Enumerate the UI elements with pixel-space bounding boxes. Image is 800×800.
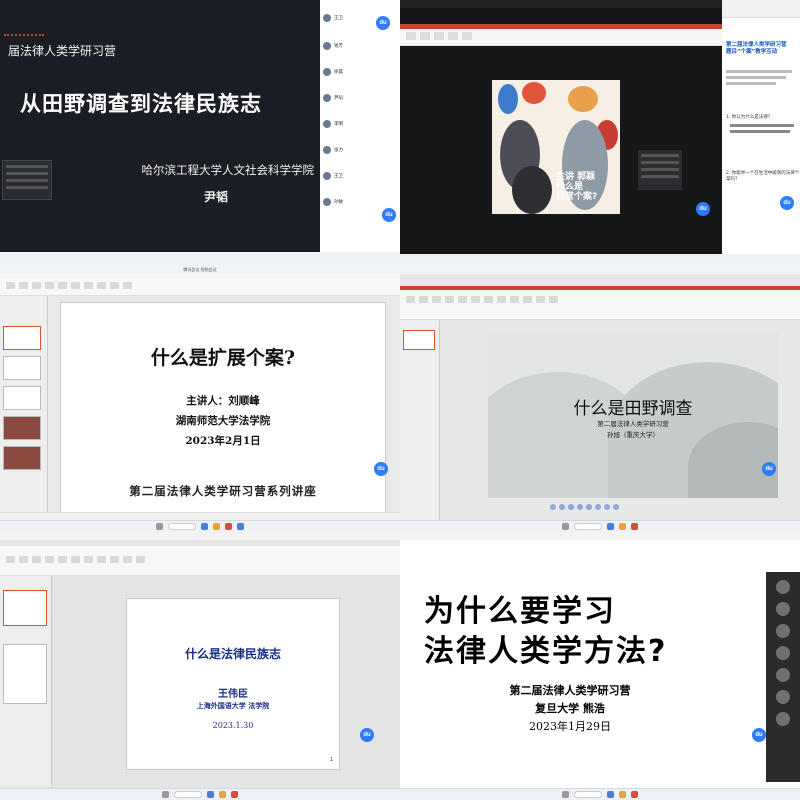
slide-title: 什么是法律民族志	[184, 647, 281, 661]
slide-thumbnail[interactable]	[3, 386, 41, 410]
chat-overlay	[2, 160, 52, 200]
pane-everyday-case: 主讲 郭颖 什么是 日常个案? du 第二届法律人类学研习营 题目“个案”教学互…	[400, 0, 800, 266]
meeting-assistant-icon[interactable]: du	[780, 196, 794, 210]
pane-legal-ethnography: 届法律人类学研习营 从田野调查到法律民族志 哈尔滨工程大学人文社会科学学院 尹韬…	[0, 0, 400, 266]
meeting-assistant-icon[interactable]: du	[382, 208, 396, 222]
taskbar	[400, 520, 800, 532]
avatar	[323, 198, 331, 206]
participant[interactable]: 张力	[323, 146, 343, 154]
participant[interactable]: 王卫	[323, 14, 343, 22]
web-title: 第二届法律人类学研习营 题目“个案”教学互动	[726, 42, 787, 55]
window-titlebar	[400, 532, 800, 540]
slide-thumbnail[interactable]	[3, 644, 47, 704]
pane-ethnography: 什么是法律民族志 王伟臣 上海外国语大学 法学院 2023.1.30 1 du	[0, 532, 400, 800]
meeting-assistant-icon[interactable]: du	[752, 728, 766, 742]
slide: 什么是田野调查 第二届法律人类学研习营 孙旭（重庆大学）	[488, 332, 778, 498]
slide-thumbnail[interactable]	[3, 446, 41, 470]
taskbar	[0, 520, 400, 532]
slide-speaker: 尹韬	[204, 190, 229, 204]
slide-title-line1: 为什么要学习	[424, 594, 616, 629]
slide-artwork: 主讲 郭颖 什么是 日常个案?	[492, 80, 620, 214]
chat-overlay	[638, 150, 682, 190]
meeting-controls[interactable]	[550, 504, 619, 510]
participant[interactable]: 尹韬	[323, 94, 343, 102]
page-number: 1	[329, 757, 333, 763]
ribbon-tools[interactable]	[400, 29, 722, 43]
slide-title: 从田野调查到法律民族志	[20, 91, 262, 116]
status-bar	[0, 512, 400, 520]
slide-thumbnail[interactable]	[3, 326, 41, 350]
slide-date: 2023.1.30	[212, 721, 254, 730]
avatar	[323, 146, 331, 154]
meeting-assistant-icon[interactable]: du	[762, 462, 776, 476]
avatar	[323, 68, 331, 76]
taskbar	[400, 788, 800, 800]
slide-institution: 湖南师范大学法学院	[175, 415, 271, 427]
question: 2. 你能举一个在生活中碰到的法律个案吗？	[726, 171, 800, 182]
ppt-ribbon	[400, 24, 722, 46]
meeting-assistant-icon[interactable]: du	[376, 16, 390, 30]
pane-extended-case: 腾讯会议 视频会议 什么是扩展个案? 主讲人：刘顺峰 湖南师范大学法学院 202…	[0, 266, 400, 532]
slide-institution: 哈尔滨工程大学人文社会科学学院	[141, 163, 315, 177]
avatar	[323, 14, 331, 22]
slide-speaker: 复旦大学 熊浩	[535, 702, 605, 715]
browser-toolbar[interactable]	[722, 0, 800, 18]
slide-series: 第二届法律人类学研习营系列讲座	[129, 484, 317, 498]
avatar	[323, 94, 331, 102]
video-participants[interactable]	[766, 572, 800, 782]
slide-thumbnail[interactable]	[403, 330, 435, 350]
meeting-assistant-icon[interactable]: du	[696, 202, 710, 216]
screenshot-collage: 届法律人类学研习营 从田野调查到法律民族志 哈尔滨工程大学人文社会科学学院 尹韬…	[0, 0, 800, 800]
question: 1. 你认为什么是法律？	[726, 115, 773, 120]
slide: 什么是法律民族志 王伟臣 上海外国语大学 法学院 2023.1.30 1	[126, 598, 340, 770]
slide-institution: 上海外国语大学 法学院	[196, 701, 270, 710]
slide: 什么是扩展个案? 主讲人：刘顺峰 湖南师范大学法学院 2023年2月1日 第二届…	[60, 302, 386, 516]
slide-speaker: 孙旭（重庆大学）	[607, 431, 659, 439]
participant[interactable]: 徐晨	[323, 68, 343, 76]
pane-why-method: 为什么要学习 法律人类学方法? 第二届法律人类学研习营 复旦大学 熊浩 2023…	[400, 532, 800, 800]
window-titlebar	[0, 532, 400, 540]
ribbon[interactable]	[0, 546, 400, 576]
avatar	[323, 120, 331, 128]
slide-speaker: 主讲人：刘顺峰	[186, 395, 260, 407]
window-titlebar: 腾讯会议 视频会议	[0, 266, 400, 274]
slide-date: 2023年1月29日	[529, 720, 611, 733]
slide: 届法律人类学研习营 从田野调查到法律民族志 哈尔滨工程大学人文社会科学学院 尹韬	[0, 0, 320, 252]
slide-text: 主讲 郭颖 什么是 日常个案?	[556, 172, 598, 202]
participant[interactable]: 王卫	[323, 172, 343, 180]
slide-title: 什么是扩展个案?	[150, 347, 296, 369]
window-titlebar	[400, 266, 800, 274]
window-titlebar	[400, 0, 722, 8]
slide-thumbnails[interactable]	[0, 576, 52, 786]
taskbar	[0, 252, 400, 266]
ppt-window: 主讲 郭颖 什么是 日常个案? du	[400, 0, 722, 254]
slide-header: 届法律人类学研习营	[8, 44, 117, 58]
taskbar	[400, 254, 800, 266]
slide-thumbnail[interactable]	[3, 416, 41, 440]
slide-subtitle: 第二届法律人类学研习营	[509, 684, 631, 697]
ribbon[interactable]	[0, 274, 400, 296]
participant-list: 王卫 钱芳 徐晨 尹韬 李明 张力 王卫 孙敏 du du	[320, 8, 400, 252]
slide-speaker: 王伟臣	[218, 689, 248, 700]
participant[interactable]: 李明	[323, 120, 343, 128]
slide-thumbnail[interactable]	[3, 590, 47, 626]
slide-thumbnails[interactable]	[400, 320, 440, 520]
slide-title: 什么是田野调查	[573, 399, 693, 419]
web-panel: 第二届法律人类学研习营 题目“个案”教学互动 1. 你认为什么是法律？ 2. 你…	[722, 0, 800, 254]
taskbar	[0, 788, 400, 800]
participant[interactable]: 钱芳	[323, 42, 343, 50]
pane-fieldwork: 什么是田野调查 第二届法律人类学研习营 孙旭（重庆大学） du	[400, 266, 800, 532]
slide-title-line2: 法律人类学方法?	[424, 634, 668, 669]
meeting-assistant-icon[interactable]: du	[360, 728, 374, 742]
slide-thumbnail[interactable]	[3, 356, 41, 380]
slide-thumbnails[interactable]	[0, 296, 48, 518]
slide-date: 2023年2月1日	[185, 435, 261, 447]
ppt-ribbon[interactable]	[400, 286, 800, 320]
avatar	[323, 42, 331, 50]
participant[interactable]: 孙敏	[323, 198, 343, 206]
avatar	[323, 172, 331, 180]
slide-subtitle: 第二届法律人类学研习营	[597, 420, 669, 428]
meeting-assistant-icon[interactable]: du	[374, 462, 388, 476]
